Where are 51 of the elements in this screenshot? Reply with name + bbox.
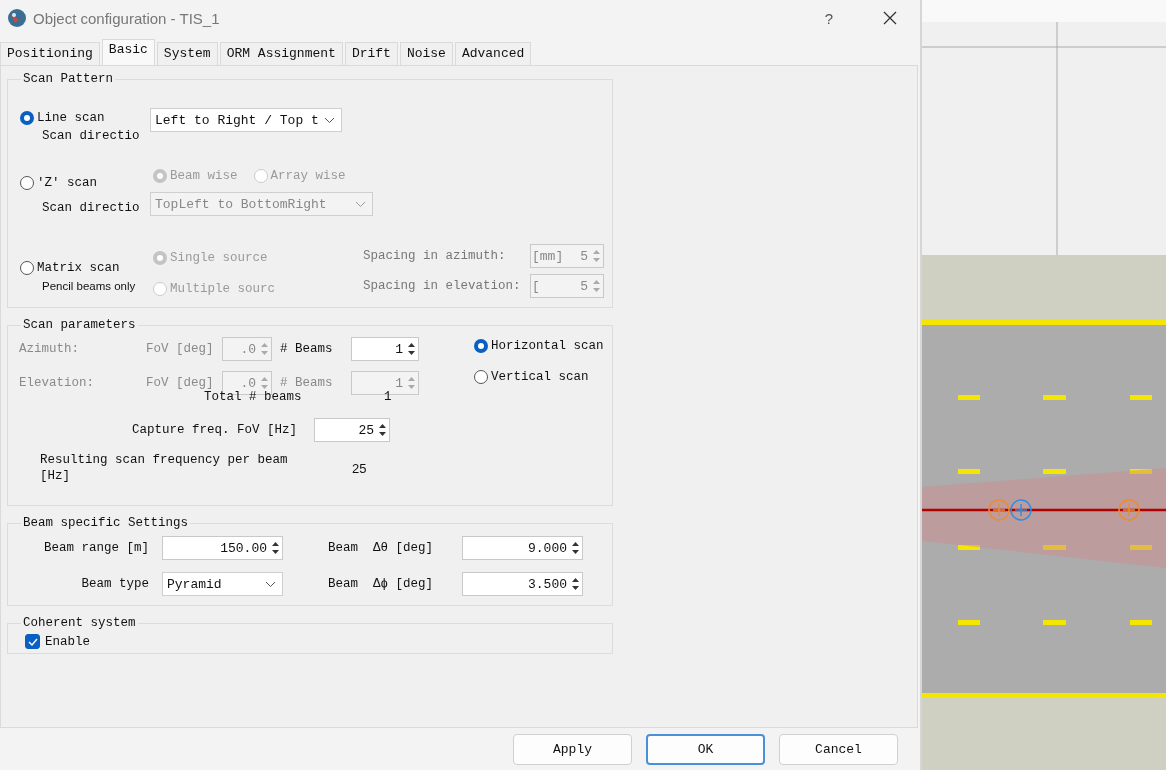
field-label: Beam range [m] — [42, 541, 150, 555]
chevron-icon — [265, 580, 276, 588]
field-label: Azimuth: — [19, 342, 80, 356]
field-label: Resulting scan frequency per beam [Hz] — [40, 452, 289, 484]
field-label: Beam type — [80, 577, 150, 591]
window-title: Object configuration - TIS_1 — [33, 9, 221, 27]
field-label: Beam Δθ [deg] — [327, 541, 435, 555]
field-label: Scan directio — [42, 201, 141, 215]
chevron-icon — [324, 116, 335, 124]
field-label: Scan directio — [42, 129, 141, 143]
tab[interactable]: System — [156, 42, 218, 65]
dropdown[interactable]: Left to Right / Top t — [150, 108, 342, 132]
dropdown[interactable]: Pyramid — [162, 572, 283, 596]
field-label: FoV [deg] — [146, 342, 215, 356]
tab[interactable]: Noise — [399, 42, 453, 65]
field-label: Capture freq. FoV [Hz] — [132, 423, 299, 437]
field-label: # Beams — [280, 376, 334, 390]
tab[interactable]: Drift — [344, 42, 398, 65]
field-label: Spacing in elevation: — [363, 279, 522, 293]
dialog-button[interactable]: OK — [646, 733, 765, 765]
dialog-button[interactable]: Cancel — [779, 733, 898, 765]
globe-icon — [7, 8, 27, 28]
field-label: Beam Δϕ [deg] — [327, 577, 435, 591]
tab[interactable]: Advanced — [454, 42, 532, 65]
field-label: # Beams — [280, 342, 334, 356]
spin-box[interactable]: 25 — [314, 418, 390, 442]
chevron-icon — [355, 200, 366, 208]
value-text: 25 — [352, 460, 367, 476]
spin-box[interactable]: 9.000 — [462, 536, 583, 560]
help-button[interactable]: ? — [824, 9, 833, 27]
checkbox[interactable]: Enable — [25, 634, 612, 649]
group-title: Scan Pattern — [22, 72, 114, 86]
tab[interactable]: Positioning — [0, 42, 100, 65]
radio-button[interactable]: Matrix scan — [20, 258, 150, 278]
field-label: FoV [deg] — [146, 376, 215, 390]
radio-button[interactable]: Line scan — [20, 108, 150, 128]
spin-box[interactable]: 150.00 — [162, 536, 283, 560]
group-title: Scan parameters — [22, 318, 137, 332]
close-icon[interactable] — [883, 11, 897, 25]
tab[interactable]: ORM Assignment — [219, 42, 343, 65]
field-label: Spacing in azimuth: — [363, 249, 507, 263]
radio-button[interactable]: Vertical scan — [474, 367, 604, 387]
checkmark-icon — [26, 636, 39, 647]
group-title: Beam specific Settings — [22, 516, 190, 530]
radio-button[interactable]: Horizontal scan — [474, 336, 604, 356]
hint-text: Pencil beams only — [42, 280, 137, 292]
group-title: Coherent system — [22, 616, 137, 630]
field-label: Elevation: — [19, 376, 95, 390]
dialog-button[interactable]: Apply — [513, 733, 632, 765]
tab[interactable]: Basic — [101, 39, 155, 65]
spin-box[interactable]: 3.500 — [462, 572, 583, 596]
